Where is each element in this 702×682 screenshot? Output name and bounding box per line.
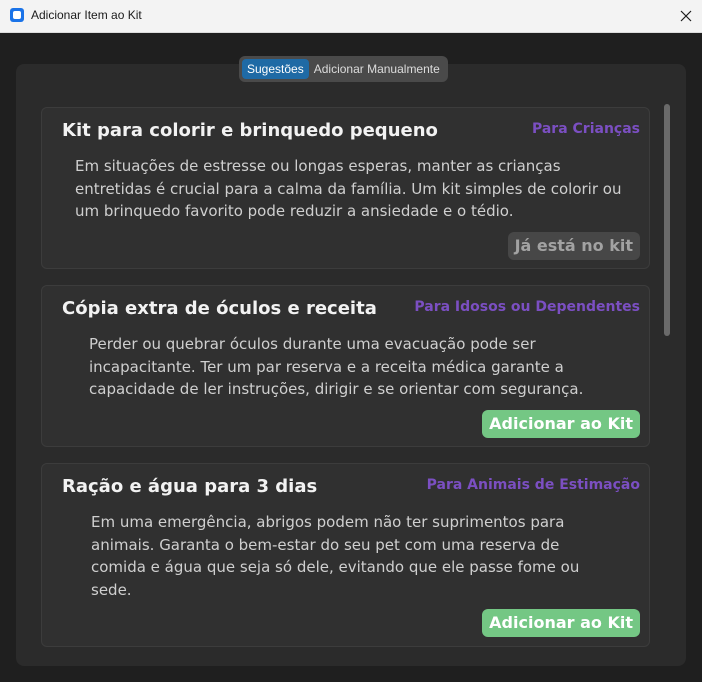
card-category: Para Animais de Estimação <box>426 477 640 493</box>
scrollbar[interactable] <box>664 104 670 336</box>
tab-switcher: Sugestões Adicionar Manualmente <box>239 56 448 82</box>
card-category: Para Crianças <box>531 121 640 137</box>
title-bar: Adicionar Item ao Kit <box>0 0 702 33</box>
card-description: Em uma emergência, abrigos podem não ter… <box>91 513 580 599</box>
tab-suggestions[interactable]: Sugestões <box>242 59 309 79</box>
add-to-kit-button[interactable]: Adicionar ao Kit <box>482 410 640 438</box>
add-to-kit-button[interactable]: Adicionar ao Kit <box>482 609 640 637</box>
card-category: Para Idosos ou Dependentes <box>414 299 640 315</box>
suggestion-card: Kit para colorir e brinquedo pequeno Par… <box>41 107 650 269</box>
card-title: Kit para colorir e brinquedo pequeno <box>62 120 438 141</box>
suggestion-card: Ração e água para 3 dias Para Animais de… <box>41 463 650 647</box>
card-description: Perder ou quebrar óculos durante uma eva… <box>89 335 584 398</box>
card-title: Ração e água para 3 dias <box>62 476 318 497</box>
close-icon <box>680 10 692 22</box>
card-title: Cópia extra de óculos e receita <box>62 298 377 319</box>
tab-add-manually[interactable]: Adicionar Manualmente <box>309 59 445 79</box>
app-icon <box>10 8 24 22</box>
close-button[interactable] <box>670 0 702 32</box>
suggestion-card: Cópia extra de óculos e receita Para Ido… <box>41 285 650 447</box>
card-description: Em situações de estresse ou longas esper… <box>75 157 622 220</box>
window-title: Adicionar Item ao Kit <box>31 8 142 22</box>
already-in-kit-button: Já está no kit <box>507 232 640 260</box>
